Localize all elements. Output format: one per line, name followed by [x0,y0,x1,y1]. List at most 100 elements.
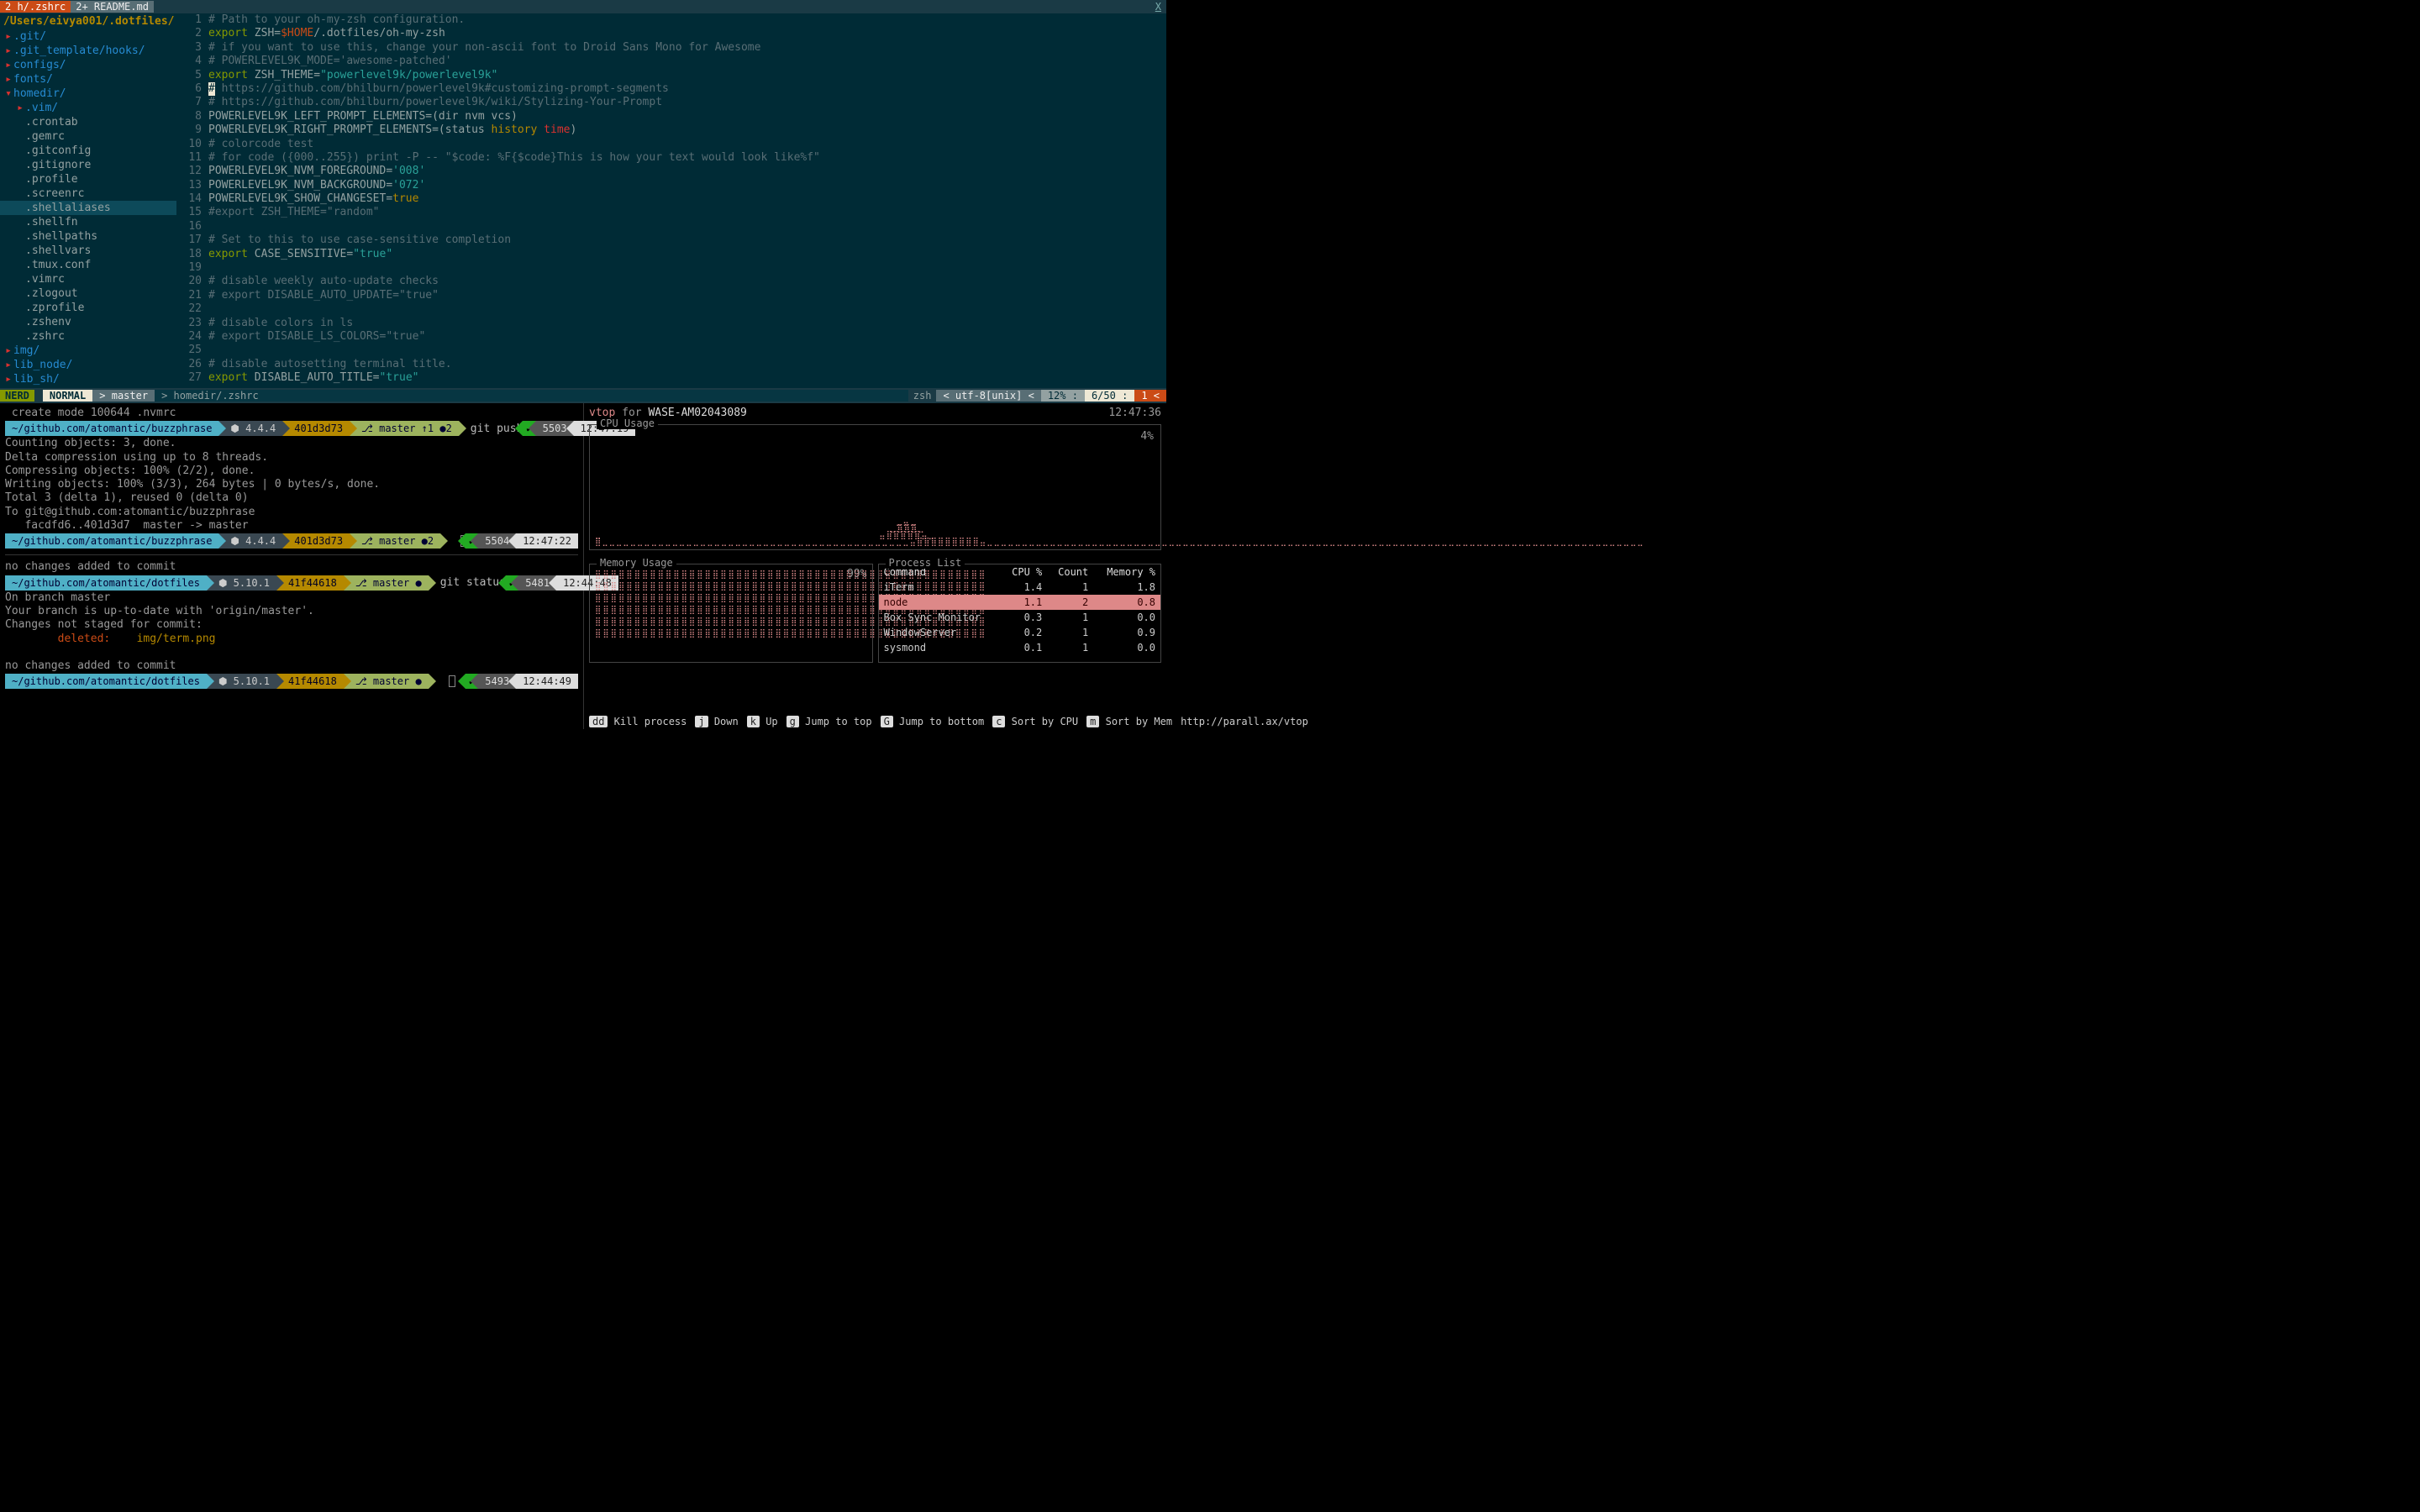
tree-file[interactable]: .shellvars [0,244,176,258]
process-table[interactable]: CommandCPU %CountMemory %iTerm1.411.8nod… [879,564,1161,655]
sidebar-root-path: /Users/eivya001/.dotfiles/ [0,13,176,29]
vtop-shortcut: c Sort by CPU [992,716,1078,727]
tree-file[interactable]: .screenrc [0,186,176,201]
terminal-left[interactable]: create mode 100644 .nvmrc ~/github.com/a… [0,403,583,729]
prompt-command[interactable]: git status [429,576,506,589]
close-icon[interactable]: X [1150,1,1166,13]
tree-file[interactable]: .gitconfig [0,144,176,158]
prompt-path: ~/github.com/atomantic/dotfiles [5,674,207,689]
vtop-url: http://parall.ax/vtop [1181,716,1308,727]
code-line: 17# Set to this to use case-sensitive co… [176,234,1166,247]
tree-dir[interactable]: ▸configs/ [0,58,176,72]
vim-tabbar: 2 h/.zshrc 2+ README.md X [0,0,1166,13]
tmux-bottom: create mode 100644 .nvmrc ~/github.com/a… [0,403,1166,729]
code-line: 22 [176,302,1166,316]
nerdtree-sidebar[interactable]: /Users/eivya001/.dotfiles/ ▸.git/▸.git_t… [0,13,176,388]
code-line: 5export ZSH_THEME="powerlevel9k/powerlev… [176,69,1166,82]
cpu-percent: 4% [1140,430,1154,443]
process-row[interactable]: iTerm1.411.8 [879,580,1161,595]
tree-file[interactable]: .gemrc [0,129,176,144]
code-line: 20# disable weekly auto-update checks [176,275,1166,288]
git-deleted-line: deleted: img/term.png [5,633,578,646]
process-row[interactable]: node1.120.8 [879,595,1161,610]
shell-prompt: ~/github.com/atomantic/buzzphrase⬢ 4.4.4… [5,533,578,549]
vtop-shortcut: k Up [747,716,778,727]
git-output-line: no changes added to commit [5,560,578,574]
code-line: 9POWERLEVEL9K_RIGHT_PROMPT_ELEMENTS=(sta… [176,123,1166,137]
code-line: 7# https://github.com/bhilburn/powerleve… [176,96,1166,109]
tree-dir[interactable]: ▸.git/ [0,29,176,44]
vtop-shortcut: dd Kill process [589,716,687,727]
tree-file[interactable]: .shellaliases [0,201,176,215]
statusbar-filetype: zsh [908,390,937,402]
code-line: 18export CASE_SENSITIVE="true" [176,248,1166,261]
process-row[interactable]: Box Sync Monitor0.310.0 [879,610,1161,625]
chevron-right-icon: ▸ [3,59,13,71]
chevron-down-icon: ▾ [3,87,13,100]
tree-file[interactable]: .zprofile [0,301,176,315]
statusbar-column: 1 < [1134,390,1166,402]
prompt-time: 12:47:22 [516,533,578,549]
git-output-line: Your branch is up-to-date with 'origin/m… [5,605,578,618]
code-editor[interactable]: 1# Path to your oh-my-zsh configuration.… [176,13,1166,388]
vtop-footer: dd Kill processj Downk Upg Jump to topG … [589,716,1161,727]
chevron-right-icon: ▸ [3,359,13,371]
git-output-line: Delta compression using up to 8 threads. [5,451,578,465]
tree-file[interactable]: .zshrc [0,329,176,344]
prompt-node-version: ⬢ 5.10.1 [207,575,276,591]
tree-file[interactable]: .crontab [0,115,176,129]
tree-dir[interactable]: ▸lib_node/ [0,358,176,372]
tree-file[interactable]: .vimrc [0,272,176,286]
code-line: 24# export DISABLE_LS_COLORS="true" [176,330,1166,344]
prompt-git-sha: 401d3d73 [282,421,350,436]
tab-zshrc[interactable]: 2 h/.zshrc [0,1,71,13]
prompt-time: 12:44:49 [516,674,578,689]
git-output-line: To git@github.com:atomantic/buzzphrase [5,506,578,519]
prompt-node-version: ⬢ 4.4.4 [218,421,282,436]
git-output-line: Total 3 (delta 1), reused 0 (delta 0) [5,491,578,505]
statusbar-position: 6/50 : [1085,390,1134,402]
tree-dir[interactable]: ▸fonts/ [0,72,176,87]
tree-file[interactable]: .zshenv [0,315,176,329]
vtop-shortcut: G Jump to bottom [881,716,985,727]
terminal-right-vtop[interactable]: vtop for WASE-AM02043089 12:47:36 CPU Us… [584,403,1166,729]
tree-file[interactable]: .zlogout [0,286,176,301]
tree-dir[interactable]: ▸img/ [0,344,176,358]
code-line: 3# if you want to use this, change your … [176,41,1166,55]
prompt-command[interactable]: git push [459,423,523,435]
code-line: 26# disable autosetting terminal title. [176,358,1166,371]
code-line: 6# https://github.com/bhilburn/powerleve… [176,82,1166,96]
chevron-right-icon: ▸ [3,45,13,57]
nerd-label: NERD [0,390,34,402]
tree-dir[interactable]: ▾homedir/ [0,87,176,101]
code-line: 21# export DISABLE_AUTO_UPDATE="true" [176,289,1166,302]
statusbar-encoding: < utf-8[unix] < [936,390,1040,402]
shell-prompt: ~/github.com/atomantic/dotfiles⬢ 5.10.14… [5,575,578,591]
prompt-git-branch: ⎇ master ● [344,575,429,591]
tree-dir[interactable]: ▸.vim/ [0,101,176,115]
tree-dir[interactable]: ▸lib_sh/ [0,372,176,386]
vim-mode: NORMAL [43,390,92,402]
chevron-right-icon: ▸ [15,102,25,114]
prompt-git-branch: ⎇ master ↑1 ●2 [350,421,459,436]
tree-file[interactable]: .shellfn [0,215,176,229]
tree-dir[interactable]: ▸.git_template/hooks/ [0,44,176,58]
tab-readme[interactable]: 2+ README.md [71,1,154,13]
process-row[interactable]: WindowServer0.210.9 [879,625,1161,640]
vtop-clock: 12:47:36 [1108,407,1161,419]
prompt-path: ~/github.com/atomantic/buzzphrase [5,421,218,436]
memory-usage-box: Memory Usage 99% ⣿⣿⣿⣿⣿⣿⣿⣿⣿⣿⣿⣿⣿⣿⣿⣿⣿⣿⣿⣿⣿⣿⣿… [589,564,873,663]
git-output-line: Writing objects: 100% (3/3), 264 bytes |… [5,478,578,491]
tree-file[interactable]: .gitignore [0,158,176,172]
prompt-git-sha: 41f44618 [276,674,344,689]
prompt-git-branch: ⎇ master ●2 [350,533,440,549]
process-row[interactable]: sysmond0.110.0 [879,640,1161,655]
prompt-node-version: ⬢ 4.4.4 [218,533,282,549]
chevron-right-icon: ▸ [3,344,13,357]
tree-file[interactable]: .tmux.conf [0,258,176,272]
tree-file[interactable]: .shellpaths [0,229,176,244]
git-output-line: Changes not staged for commit: [5,618,578,632]
tree-file[interactable]: .profile [0,172,176,186]
statusbar-branch: > master [92,390,155,402]
git-output-line: create mode 100644 .nvmrc [5,407,578,420]
